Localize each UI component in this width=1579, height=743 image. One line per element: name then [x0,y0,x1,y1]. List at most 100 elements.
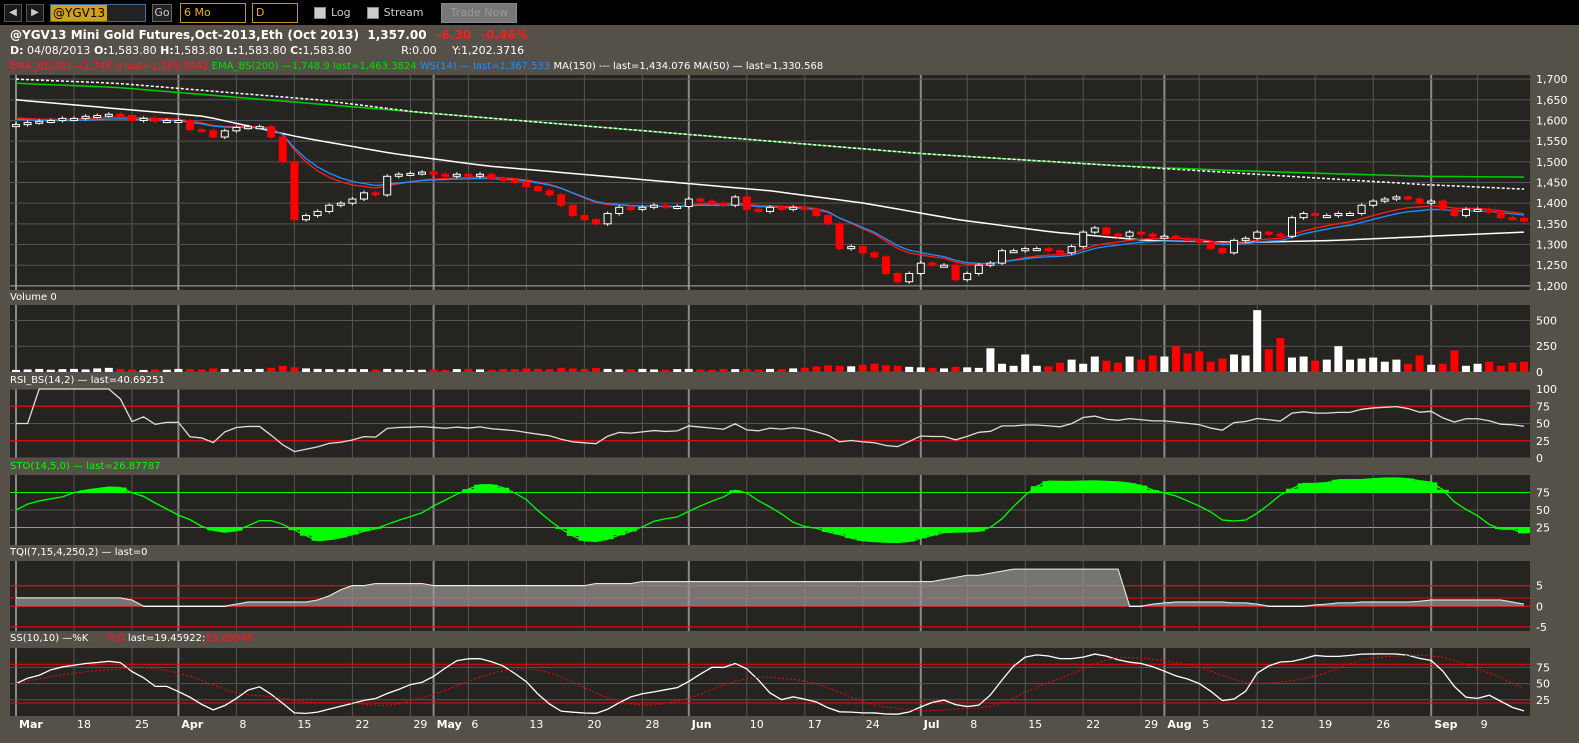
candle-down [534,186,542,192]
sto-fill [230,527,243,531]
volume-bar [1496,365,1505,372]
candle-down [557,194,566,206]
candle-up [789,206,798,210]
candle-down [1148,233,1157,237]
volume-bar [1090,356,1099,372]
candle-down [1137,231,1146,235]
candle-up [1079,231,1088,248]
volume-bar [278,365,287,372]
volume-bar [1369,357,1378,372]
chart-canvas[interactable]: Mar 18 25 Apr 8 15 22 29 May 6 13 20 28 Jun 10 17 24 Jul 8… [0,0,1579,743]
price-tick-label: 1,550 [1536,135,1568,148]
candle-up [81,115,90,119]
sto-fill [1146,490,1159,493]
sto-fill [1123,483,1136,493]
sto-fill [729,490,742,493]
candle-up [1090,227,1099,233]
candle-down [278,136,287,163]
volume-bar [1264,349,1273,372]
candle-down [510,179,519,184]
volume-bar [220,368,229,372]
volume-bar [441,369,450,372]
x-axis-label: 19 [1318,718,1332,731]
sto-fill [590,527,602,542]
volume-bar [708,369,716,372]
candle-up [360,192,368,200]
candle-up [940,264,948,268]
volume-bar [754,369,763,372]
candle-up [1346,213,1354,217]
candle-up [1357,204,1366,215]
candle-down [1450,208,1459,217]
volume-bar [1032,365,1041,372]
sto-fill [1309,483,1322,493]
x-axis-label: May [437,718,462,731]
volume-bar [1253,310,1262,372]
volume-bar [209,368,218,372]
sto-fill [891,527,904,543]
tqi-tick-label: -5 [1536,621,1547,634]
ss-panel-bg [10,648,1530,716]
volume-bar [777,369,786,372]
volume-bar [812,366,821,372]
volume-bar [1427,364,1436,372]
x-axis-label: Jun [691,718,712,731]
volume-bar [1462,365,1470,372]
candle-up [638,206,647,210]
sto-fill [972,527,985,532]
volume-bar [1415,355,1424,372]
x-axis-label: 28 [645,718,659,731]
volume-bar [406,369,415,372]
volume-bar [545,369,554,372]
price-tick-label: 1,300 [1536,239,1568,252]
volume-bar [70,368,78,372]
x-axis-label: Aug [1167,718,1191,731]
volume-bar [23,369,32,372]
tqi-tick-label: 0 [1536,600,1543,613]
sto-fill [1054,481,1066,493]
candle-down [1438,200,1447,210]
sto-fill [845,527,858,539]
volume-bar [568,368,577,372]
candle-up [70,117,78,121]
volume-bar [1508,362,1517,372]
x-axis-label: 10 [750,718,764,731]
rsi-tick-label: 75 [1536,400,1550,413]
sto-fill [856,527,869,541]
volume-bar [1520,361,1528,372]
volume-bar [1450,350,1459,372]
volume-bar [650,369,658,372]
sto-fill [613,527,626,536]
candle-up [1230,239,1238,254]
candle-down [429,171,438,175]
volume-tick-label: 500 [1536,314,1557,327]
sto-fill [485,484,498,493]
volume-bar [510,369,519,372]
volume-bar [1044,366,1053,372]
sto-fill [79,490,92,493]
rsi-tick-label: 25 [1536,435,1550,448]
volume-bar [766,368,774,372]
volume-bar [1148,355,1157,372]
candle-up [418,171,426,175]
candle-down [1206,241,1215,250]
sto-fill [1065,481,1078,493]
candle-down [487,173,496,179]
volume-bar [1206,361,1215,372]
candle-up [255,126,264,130]
volume-bar [1218,358,1227,372]
sto-fill [1042,481,1055,493]
candle-up [1369,200,1378,206]
volume-bar [1334,346,1343,372]
candle-down [1485,208,1494,213]
candle-up [974,264,983,274]
sto-fill [926,527,939,536]
volume-tick-label: 250 [1536,340,1557,353]
volume-bar [870,363,879,372]
candle-up [174,119,183,123]
candle-up [1253,231,1262,239]
candle-up [1241,237,1250,241]
candle-up [406,172,415,176]
price-tick-label: 1,400 [1536,197,1568,210]
candle-down [1276,233,1285,237]
